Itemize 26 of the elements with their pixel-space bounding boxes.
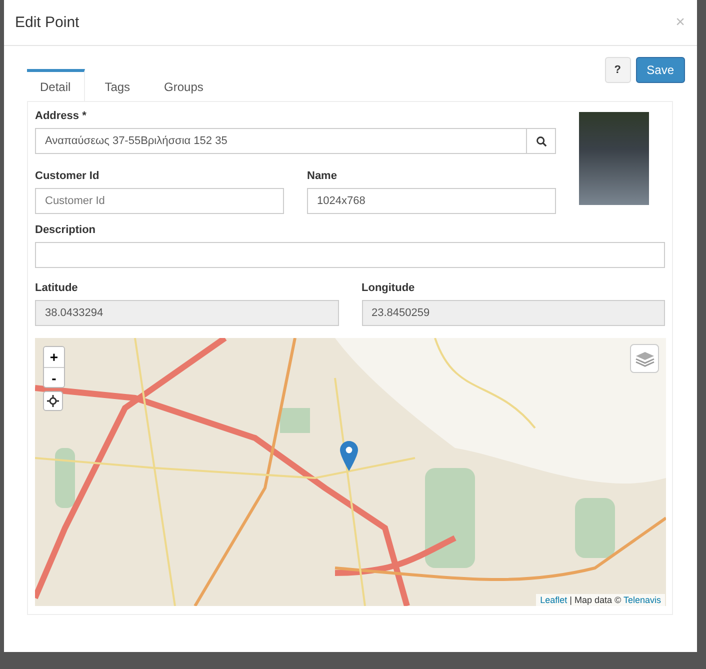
help-button[interactable]: ? <box>604 57 631 83</box>
address-field[interactable]: Αναπαύσεως 37-55Βριλήσσια 152 35 <box>35 128 527 154</box>
longitude-label: Longitude <box>362 282 416 294</box>
customer-id-label: Customer Id <box>35 170 100 182</box>
provider-link[interactable]: Telenavis <box>623 595 661 605</box>
customer-id-field[interactable]: Customer Id <box>35 188 284 214</box>
address-label: Address * <box>35 110 88 122</box>
layers-icon <box>634 350 654 368</box>
name-label: Name <box>307 170 338 182</box>
map-attribution: Leaflet | Map data © Telenavis <box>536 594 665 606</box>
description-field[interactable] <box>35 242 665 268</box>
description-label: Description <box>35 224 97 236</box>
tab[interactable]: Detail <box>27 69 85 101</box>
save-button[interactable]: Save <box>636 57 685 83</box>
locate-button[interactable] <box>43 391 63 411</box>
leaflet-link[interactable]: Leaflet <box>540 595 568 605</box>
name-field[interactable]: 1024x768 <box>307 188 556 214</box>
dialog-title: Edit Point <box>15 14 80 31</box>
latitude-label: Latitude <box>35 282 79 294</box>
zoom-in-button[interactable]: + <box>44 347 64 367</box>
crosshair-icon <box>47 395 59 407</box>
layers-button[interactable] <box>630 344 659 373</box>
map-marker-icon[interactable] <box>340 441 358 471</box>
search-button[interactable] <box>527 128 556 154</box>
search-icon <box>536 136 546 146</box>
zoom-out-button[interactable]: - <box>44 367 64 387</box>
